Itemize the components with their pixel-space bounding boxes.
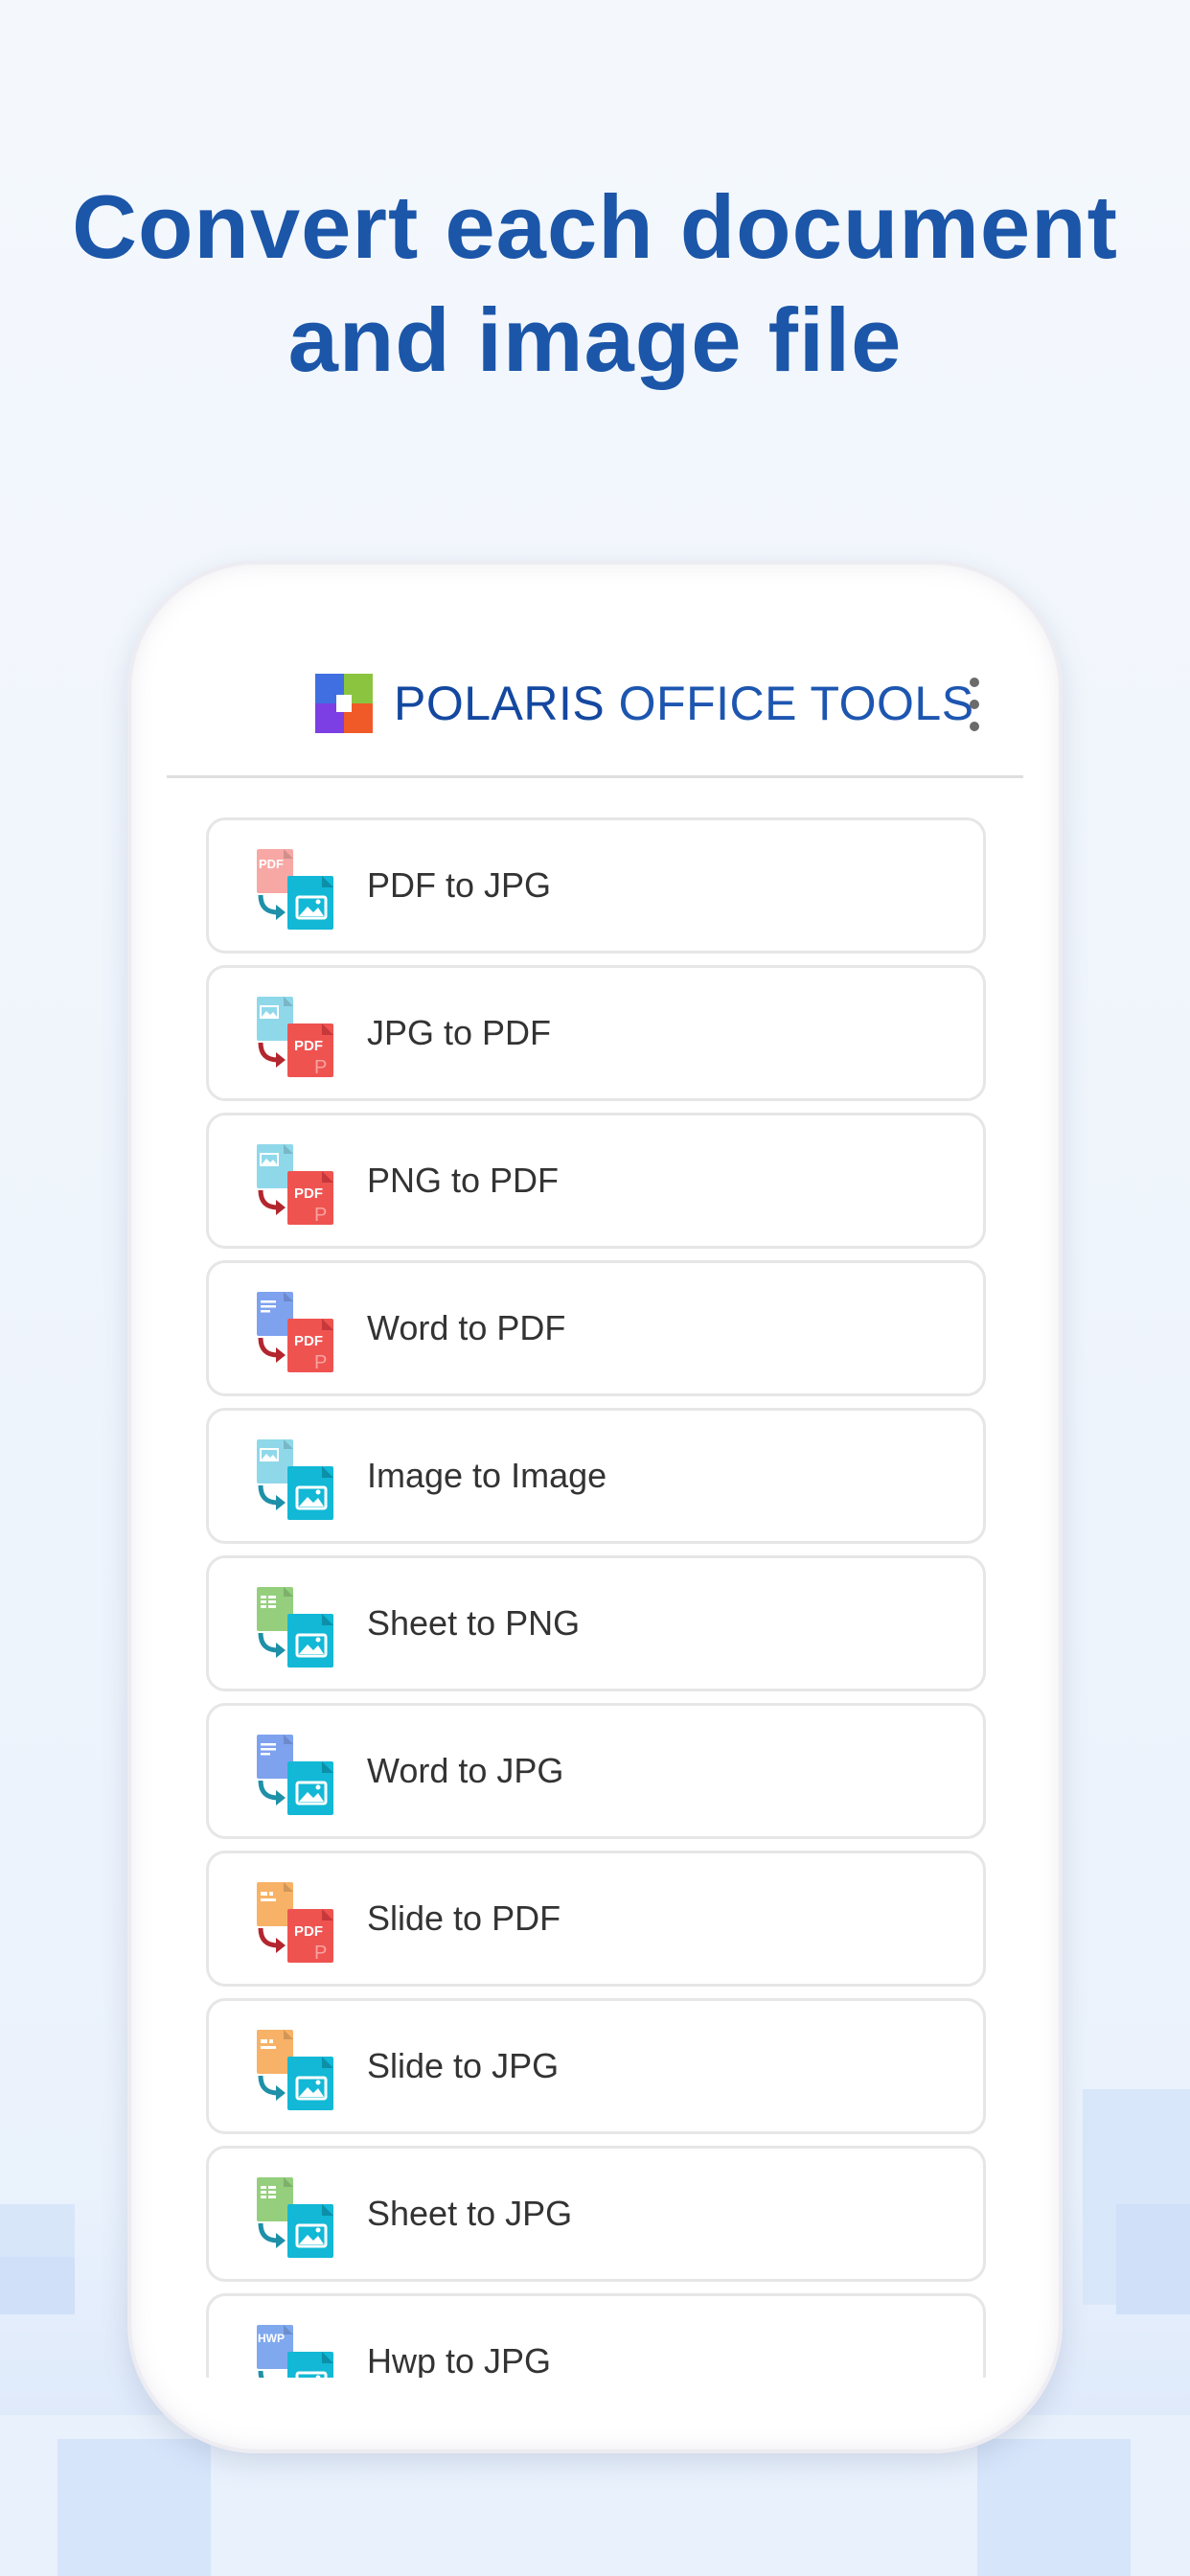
tool-item[interactable]: Sheet to PNG [206, 1555, 986, 1691]
tool-label: Hwp to JPG [367, 2341, 552, 2378]
tool-item[interactable]: HWP Hwp to JPG [206, 2293, 986, 2378]
promo-headline: Convert each document and image file [0, 171, 1190, 397]
tool-item[interactable]: Slide to JPG [206, 1998, 986, 2134]
app-bar-divider [167, 775, 1023, 778]
tool-item[interactable]: PDF P JPG to PDF [206, 965, 986, 1101]
more-vertical-icon[interactable] [963, 678, 986, 731]
tool-list: PDF PDF to JPG PDF P JPG to PDF PDF P PNG to PD… [206, 817, 986, 2378]
tool-item[interactable]: PDF P Slide to PDF [206, 1851, 986, 1987]
slide-to-pdf-icon: PDF P [257, 1882, 333, 1963]
word-to-pdf-icon: PDF P [257, 1292, 333, 1372]
word-to-image-icon [257, 1735, 333, 1815]
sheet-to-image-icon [257, 1587, 333, 1668]
svg-text:P: P [314, 1057, 327, 1077]
tool-label: Sheet to JPG [367, 2194, 573, 2233]
tool-item[interactable]: Word to JPG [206, 1703, 986, 1839]
headline-line-2: and image file [287, 289, 903, 390]
background-block [977, 2439, 1131, 2576]
background-block [0, 2257, 75, 2314]
tool-label: PDF to JPG [367, 865, 552, 905]
image-to-pdf-icon: PDF P [257, 997, 333, 1077]
svg-text:P: P [314, 1943, 327, 1963]
logo-center-white [336, 695, 352, 712]
tool-label: Word to JPG [367, 1751, 564, 1790]
svg-text:HWP: HWP [258, 2332, 285, 2345]
hwp-to-image-icon: HWP [257, 2325, 333, 2378]
brand-subtitle: OFFICE TOOLS [618, 677, 974, 730]
pdf-to-image-icon: PDF [257, 849, 333, 930]
image-to-image-icon [257, 1439, 333, 1520]
tool-item[interactable]: PDF P PNG to PDF [206, 1113, 986, 1249]
svg-text:P: P [314, 1205, 327, 1225]
tool-label: Slide to PDF [367, 1898, 561, 1938]
image-to-pdf-icon: PDF P [257, 1144, 333, 1225]
svg-text:PDF: PDF [294, 1038, 323, 1054]
brand-name: POLARIS [394, 677, 606, 730]
tool-label: JPG to PDF [367, 1013, 552, 1052]
app-title: POLARIS OFFICE TOOLS [394, 674, 974, 733]
tool-item[interactable]: Sheet to JPG [206, 2146, 986, 2282]
svg-text:PDF: PDF [294, 1923, 323, 1940]
tool-label: Slide to JPG [367, 2046, 560, 2085]
headline-line-1: Convert each document [72, 176, 1118, 277]
tool-item[interactable]: PDF PDF to JPG [206, 817, 986, 954]
tool-label: Word to PDF [367, 1308, 566, 1347]
tool-item[interactable]: Image to Image [206, 1408, 986, 1544]
tool-label: Sheet to PNG [367, 1603, 581, 1643]
tool-label: Image to Image [367, 1456, 607, 1495]
svg-text:P: P [314, 1352, 327, 1372]
svg-text:PDF: PDF [294, 1185, 323, 1202]
slide-to-image-icon [257, 2030, 333, 2110]
background-block [57, 2439, 211, 2576]
svg-text:PDF: PDF [294, 1333, 323, 1349]
sheet-to-image-icon [257, 2177, 333, 2258]
polaris-logo-icon [315, 674, 373, 733]
app-bar: POLARIS OFFICE TOOLS [127, 561, 1063, 778]
background-block [1116, 2204, 1190, 2314]
phone-frame: POLARIS OFFICE TOOLS PDF PDF to JPG PDF P JP… [127, 561, 1063, 2453]
tool-item[interactable]: PDF P Word to PDF [206, 1260, 986, 1396]
tool-label: PNG to PDF [367, 1161, 560, 1200]
svg-text:PDF: PDF [259, 857, 284, 871]
